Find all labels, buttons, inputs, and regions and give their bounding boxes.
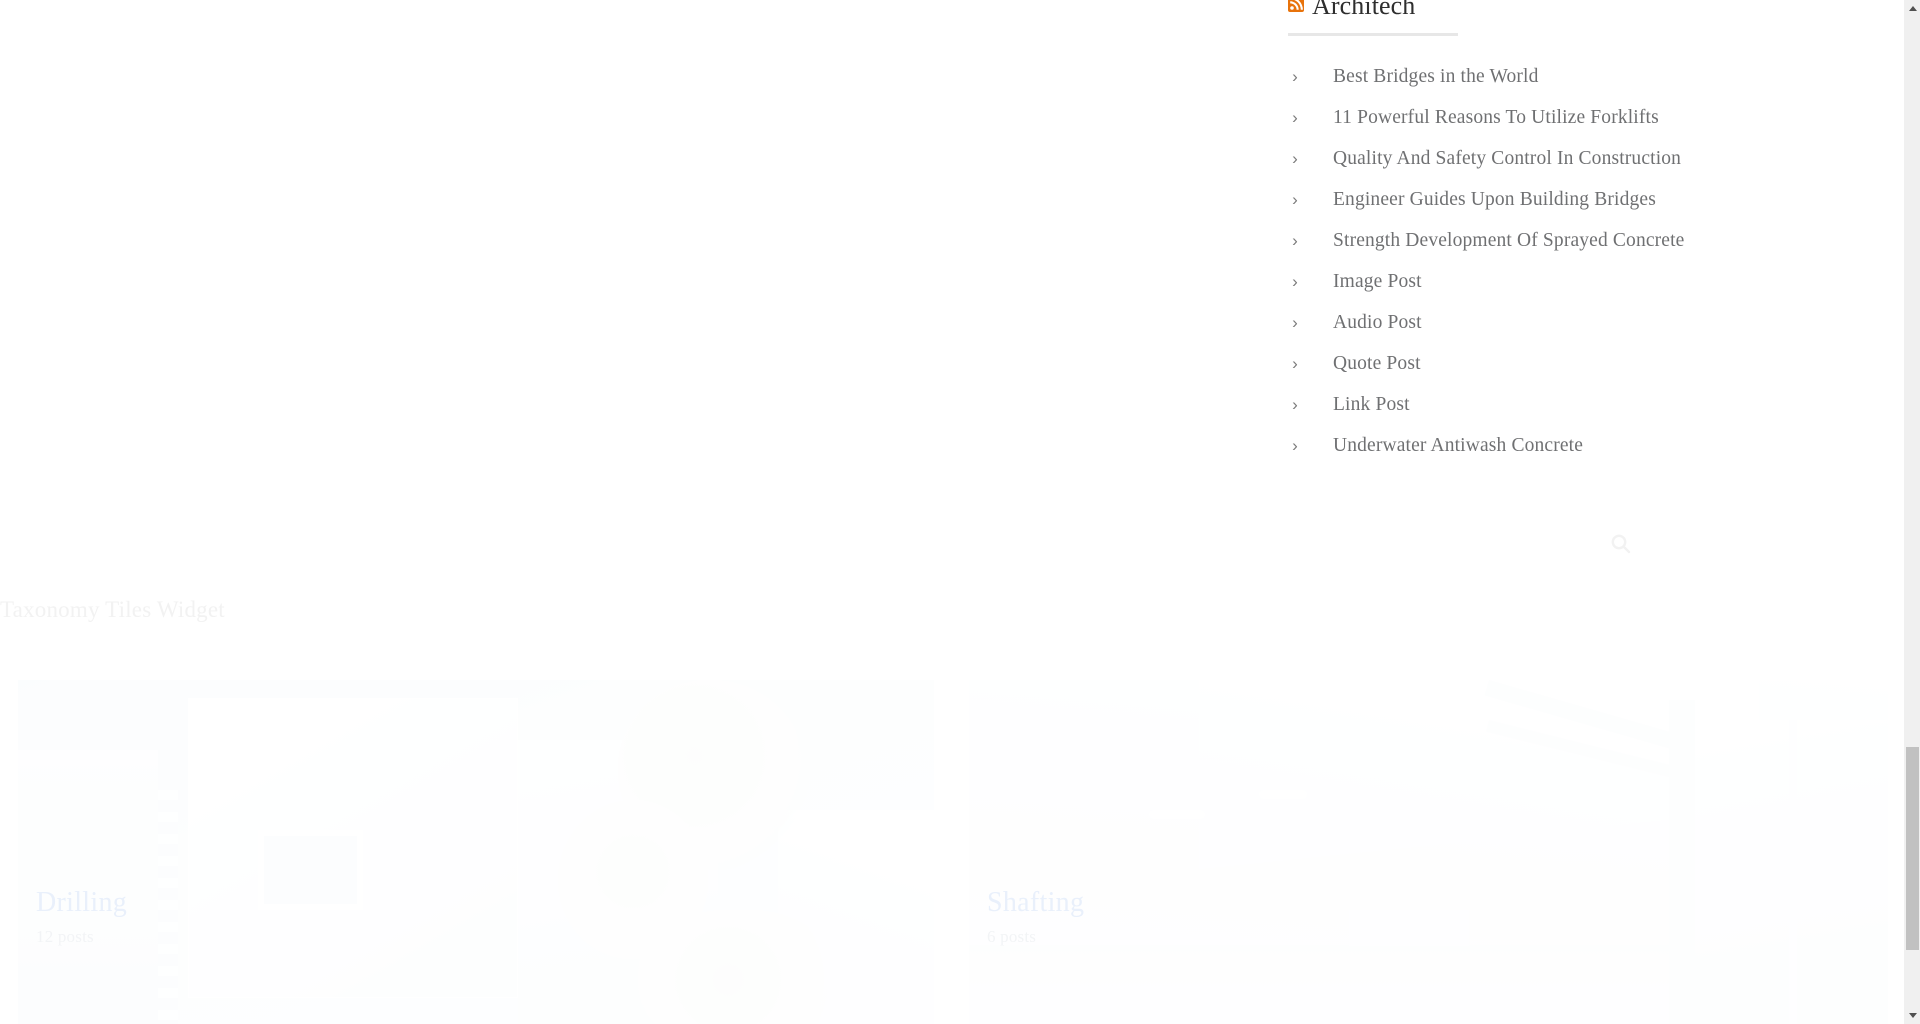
triangle-down-icon	[1908, 1013, 1917, 1018]
list-item[interactable]: › Image Post	[1288, 261, 1748, 302]
taxonomy-tile[interactable]: Shafting 6 posts	[969, 680, 1888, 1024]
scroll-down-button[interactable]	[1904, 1007, 1920, 1024]
vertical-scrollbar[interactable]	[1903, 0, 1920, 1024]
list-item[interactable]: › Audio Post	[1288, 302, 1748, 343]
list-item[interactable]: › Quality And Safety Control In Construc…	[1288, 138, 1748, 179]
rss-feed-list: › Best Bridges in the World › 11 Powerfu…	[1288, 56, 1748, 466]
taxonomy-tiles-heading: Taxonomy Tiles Widget	[0, 597, 225, 622]
chevron-right-icon: ›	[1292, 312, 1298, 332]
scrollbar-thumb[interactable]	[1906, 747, 1919, 950]
rss-feed-link[interactable]: Engineer Guides Upon Building Bridges	[1333, 188, 1656, 212]
chevron-right-icon: ›	[1292, 107, 1298, 127]
search-icon	[1611, 534, 1631, 554]
chevron-right-icon: ›	[1292, 353, 1298, 373]
rss-feed-link[interactable]: Best Bridges in the World	[1333, 65, 1538, 89]
rss-feed-link[interactable]: 11 Powerful Reasons To Utilize Forklifts	[1333, 106, 1659, 130]
rss-feed-link[interactable]: Quality And Safety Control In Constructi…	[1333, 147, 1681, 171]
rss-feed-link[interactable]: Underwater Antiwash Concrete	[1333, 434, 1583, 458]
rss-feed-link[interactable]: Audio Post	[1333, 311, 1422, 335]
list-item[interactable]: › Quote Post	[1288, 343, 1748, 384]
rss-widget-title: Architech	[1312, 0, 1416, 20]
rss-widget-divider	[1288, 33, 1458, 36]
rss-icon	[1288, 0, 1304, 12]
rss-feed-link[interactable]: Strength Development Of Sprayed Concrete	[1333, 229, 1685, 253]
rss-feed-link[interactable]: Link Post	[1333, 393, 1410, 417]
taxonomy-tile[interactable]: Drilling 12 posts	[18, 680, 934, 1024]
chevron-right-icon: ›	[1292, 230, 1298, 250]
tile-title: Drilling	[36, 887, 128, 918]
chevron-right-icon: ›	[1292, 435, 1298, 455]
search-button[interactable]	[1609, 532, 1633, 556]
triangle-up-icon	[1908, 6, 1917, 11]
chevron-right-icon: ›	[1292, 394, 1298, 414]
chevron-right-icon: ›	[1292, 66, 1298, 86]
list-item[interactable]: › Link Post	[1288, 384, 1748, 425]
tile-post-count: 12 posts	[36, 927, 94, 946]
tile-post-count: 6 posts	[987, 927, 1037, 946]
list-item[interactable]: › 11 Powerful Reasons To Utilize Forklif…	[1288, 97, 1748, 138]
taxonomy-tiles-row: Drilling 12 posts Shafting 6 posts	[0, 680, 1888, 1024]
rss-widget: Architech › Best Bridges in the World › …	[1288, 0, 1748, 466]
list-item[interactable]: › Strength Development Of Sprayed Concre…	[1288, 220, 1748, 261]
scroll-up-button[interactable]	[1904, 0, 1920, 17]
rss-feed-link[interactable]: Image Post	[1333, 270, 1422, 294]
tile-overlay	[18, 680, 934, 1024]
tile-caption: Shafting 6 posts	[987, 886, 1084, 948]
list-item[interactable]: › Engineer Guides Upon Building Bridges	[1288, 179, 1748, 220]
tile-title: Shafting	[987, 887, 1085, 918]
list-item[interactable]: › Best Bridges in the World	[1288, 56, 1748, 97]
page-root: Architech › Best Bridges in the World › …	[0, 0, 1920, 1024]
tile-caption: Drilling 12 posts	[36, 886, 127, 948]
rss-feed-link[interactable]: Quote Post	[1333, 352, 1421, 376]
rss-widget-header: Architech	[1288, 0, 1748, 22]
tile-overlay	[969, 680, 1888, 1024]
chevron-right-icon: ›	[1292, 189, 1298, 209]
chevron-right-icon: ›	[1292, 148, 1298, 168]
list-item[interactable]: › Underwater Antiwash Concrete	[1288, 425, 1748, 466]
chevron-right-icon: ›	[1292, 271, 1298, 291]
